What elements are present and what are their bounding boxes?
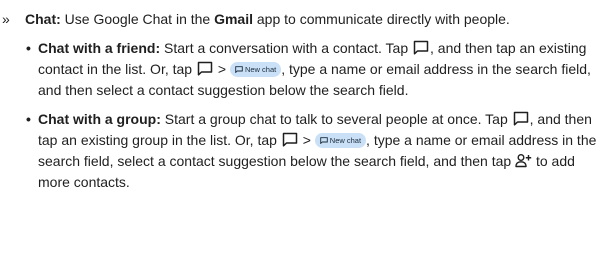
new-chat-label: New chat	[244, 65, 277, 74]
gmail-app-name: Gmail	[214, 11, 253, 27]
item-text: >	[213, 61, 230, 77]
chat-options-list: • Chat with a friend: Start a conversati…	[0, 38, 608, 193]
new-chat-chip: New chat	[314, 133, 367, 148]
item-text: >	[298, 132, 315, 148]
new-chat-chip: New chat	[229, 62, 282, 77]
chat-bubble-icon	[413, 40, 429, 55]
chat-bubble-icon	[235, 66, 243, 73]
chat-bubble-icon	[282, 132, 298, 147]
item-text: Start a conversation with a contact. Tap	[160, 40, 413, 56]
add-people-icon	[515, 153, 532, 168]
bullet: •	[26, 111, 31, 127]
item-text: Start a group chat to talk to several pe…	[160, 111, 512, 127]
list-item-chat-with-friend: • Chat with a friend: Start a conversati…	[0, 38, 608, 101]
arrow-marker: »	[2, 11, 10, 27]
chat-term: Chat:	[25, 11, 61, 27]
item-title: Chat with a friend:	[38, 40, 161, 56]
chat-bubble-icon	[320, 137, 328, 144]
chat-intro-paragraph: » Chat: Use Google Chat in the Gmail app…	[0, 9, 608, 30]
intro-text-1: Use Google Chat in the	[60, 11, 215, 27]
bullet: •	[26, 40, 31, 56]
help-document: » Chat: Use Google Chat in the Gmail app…	[0, 0, 608, 193]
intro-text-2: app to communicate directly with people.	[253, 11, 510, 27]
chat-bubble-icon	[197, 61, 213, 76]
chat-bubble-icon	[513, 111, 529, 126]
item-title: Chat with a group:	[38, 111, 161, 127]
new-chat-label: New chat	[329, 136, 362, 145]
list-item-chat-with-group: • Chat with a group: Start a group chat …	[0, 109, 608, 193]
